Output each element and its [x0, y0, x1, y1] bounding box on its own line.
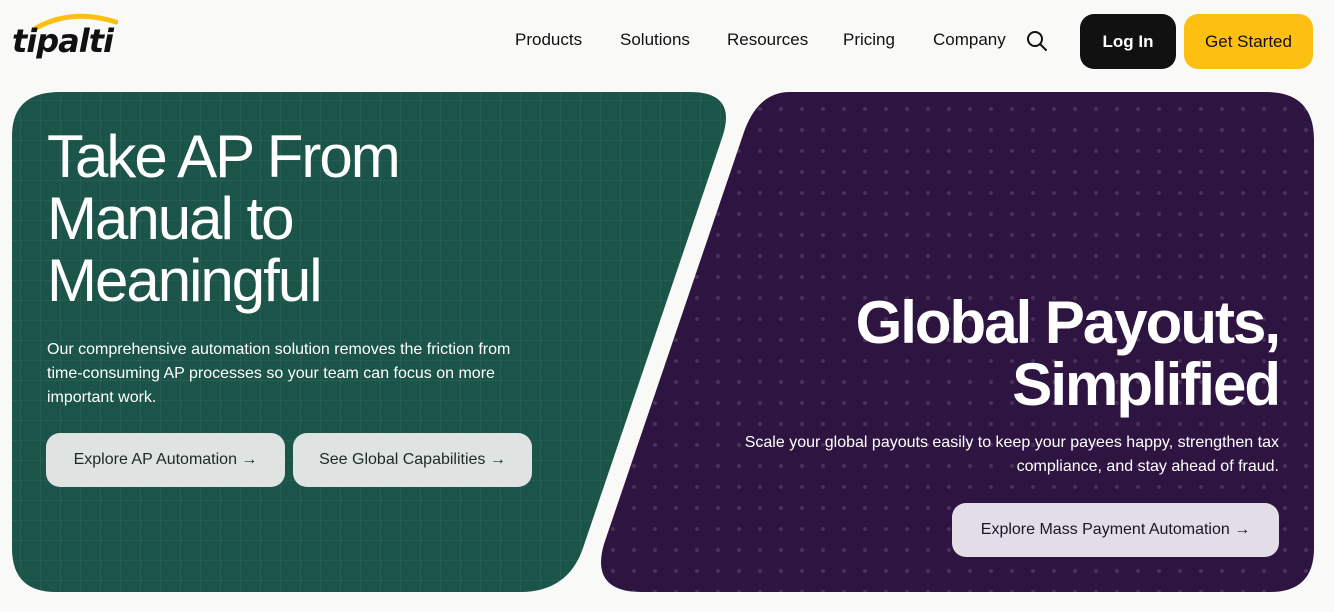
login-button[interactable]: Log In: [1080, 14, 1176, 69]
search-icon[interactable]: [1026, 30, 1048, 52]
explore-ap-automation-button[interactable]: Explore AP Automation →: [46, 433, 285, 487]
hero-right-description: Scale your global payouts easily to keep…: [744, 434, 1279, 475]
logo-text: tipalti: [12, 22, 114, 60]
hero-right-title: Global Payouts, Simplified: [855, 289, 1281, 418]
hero-left-title: Take AP From Manual to Meaningful: [47, 123, 401, 314]
nav-item-products[interactable]: Products: [515, 30, 582, 50]
nav-item-company[interactable]: Company: [933, 30, 1006, 50]
explore-mass-payment-button[interactable]: Explore Mass Payment Automation →: [952, 503, 1279, 557]
get-started-button[interactable]: Get Started: [1184, 14, 1313, 69]
tipalti-logo[interactable]: tipalti: [12, 12, 118, 62]
page: tipalti Products Solutions Resources Pri…: [0, 0, 1334, 612]
see-global-capabilities-button[interactable]: See Global Capabilities →: [293, 433, 532, 487]
nav-item-solutions[interactable]: Solutions: [620, 30, 690, 50]
nav-item-pricing[interactable]: Pricing: [843, 30, 895, 50]
hero-left-description: Our comprehensive automation solution re…: [47, 341, 511, 406]
nav-item-resources[interactable]: Resources: [727, 30, 808, 50]
